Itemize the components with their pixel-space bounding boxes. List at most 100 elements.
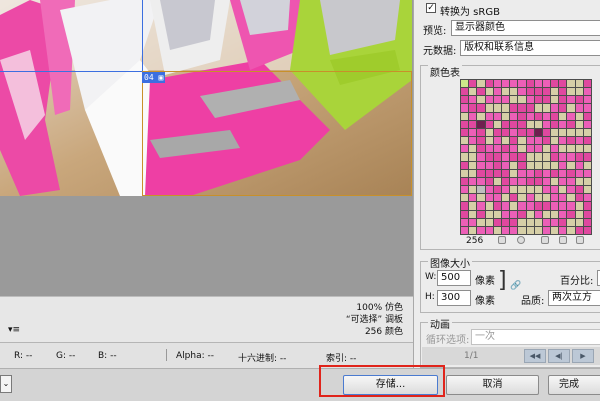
color-swatch[interactable] (559, 210, 567, 218)
color-swatch[interactable] (534, 112, 542, 120)
color-swatch[interactable] (534, 194, 542, 202)
color-swatch[interactable] (485, 96, 493, 104)
color-swatch[interactable] (493, 80, 501, 88)
color-swatch[interactable] (493, 194, 501, 202)
color-swatch[interactable] (518, 186, 526, 194)
color-swatch[interactable] (526, 161, 534, 169)
color-swatch[interactable] (485, 194, 493, 202)
color-swatch[interactable] (534, 128, 542, 137)
color-swatch[interactable] (510, 218, 518, 226)
color-swatch[interactable] (501, 218, 510, 226)
color-swatch[interactable] (461, 96, 469, 104)
color-swatch[interactable] (526, 128, 534, 137)
color-swatch[interactable] (575, 88, 583, 96)
color-swatch[interactable] (510, 128, 518, 137)
color-swatch[interactable] (461, 210, 469, 218)
color-swatch[interactable] (534, 218, 542, 226)
color-swatch[interactable] (551, 104, 559, 112)
color-swatch[interactable] (510, 137, 518, 145)
color-swatch[interactable] (493, 218, 501, 226)
color-swatch[interactable] (461, 161, 469, 169)
color-swatch[interactable] (477, 194, 485, 202)
color-swatch[interactable] (477, 153, 485, 161)
color-swatch[interactable] (575, 145, 583, 153)
color-swatch[interactable] (469, 194, 477, 202)
color-swatch[interactable] (559, 177, 567, 186)
color-swatch[interactable] (567, 202, 575, 210)
color-swatch[interactable] (559, 120, 567, 128)
color-swatch[interactable] (542, 218, 551, 226)
color-swatch[interactable] (501, 194, 510, 202)
color-swatch[interactable] (518, 104, 526, 112)
color-swatch[interactable] (534, 177, 542, 186)
color-swatch[interactable] (518, 161, 526, 169)
color-swatch[interactable] (469, 80, 477, 88)
color-swatch[interactable] (526, 194, 534, 202)
color-swatch[interactable] (477, 210, 485, 218)
color-swatch[interactable] (518, 88, 526, 96)
color-swatch[interactable] (567, 161, 575, 169)
color-swatch[interactable] (583, 112, 591, 120)
color-swatch[interactable] (551, 137, 559, 145)
color-swatch[interactable] (477, 218, 485, 226)
color-swatch[interactable] (526, 104, 534, 112)
color-swatch[interactable] (461, 153, 469, 161)
color-swatch[interactable] (551, 128, 559, 137)
color-swatch[interactable] (477, 137, 485, 145)
color-swatch[interactable] (575, 137, 583, 145)
color-swatch[interactable] (567, 120, 575, 128)
color-swatch[interactable] (477, 96, 485, 104)
color-swatch[interactable] (526, 120, 534, 128)
color-swatch[interactable] (469, 177, 477, 186)
color-swatch[interactable] (534, 202, 542, 210)
color-swatch[interactable] (501, 210, 510, 218)
color-swatch[interactable] (493, 104, 501, 112)
color-swatch[interactable] (501, 137, 510, 145)
color-swatch[interactable] (469, 120, 477, 128)
color-swatch[interactable] (551, 88, 559, 96)
color-swatch[interactable] (567, 137, 575, 145)
color-swatch[interactable] (526, 88, 534, 96)
color-swatch[interactable] (501, 80, 510, 88)
color-swatch[interactable] (559, 186, 567, 194)
color-swatch[interactable] (567, 194, 575, 202)
color-swatch[interactable] (518, 169, 526, 177)
color-swatch[interactable] (575, 186, 583, 194)
color-swatch[interactable] (583, 80, 591, 88)
color-swatch[interactable] (526, 137, 534, 145)
color-swatch[interactable] (461, 186, 469, 194)
color-swatch[interactable] (542, 226, 551, 234)
color-swatch[interactable] (526, 112, 534, 120)
color-swatch[interactable] (493, 128, 501, 137)
color-swatch[interactable] (510, 153, 518, 161)
color-swatch[interactable] (510, 104, 518, 112)
color-swatch[interactable] (534, 153, 542, 161)
color-swatch[interactable] (477, 202, 485, 210)
color-swatch[interactable] (518, 194, 526, 202)
color-swatch[interactable] (501, 120, 510, 128)
color-swatch[interactable] (583, 186, 591, 194)
color-swatch[interactable] (518, 218, 526, 226)
color-swatch[interactable] (575, 128, 583, 137)
color-swatch[interactable] (469, 210, 477, 218)
color-swatch[interactable] (461, 128, 469, 137)
color-swatch[interactable] (542, 153, 551, 161)
map-transparent-icon[interactable] (498, 236, 506, 244)
color-swatch[interactable] (559, 96, 567, 104)
color-swatch[interactable] (542, 194, 551, 202)
color-swatch[interactable] (542, 186, 551, 194)
chain-link-icon[interactable]: 🔗 (510, 281, 521, 291)
color-swatch[interactable] (559, 226, 567, 234)
color-swatch[interactable] (583, 218, 591, 226)
color-swatch[interactable] (575, 210, 583, 218)
color-swatch[interactable] (493, 96, 501, 104)
color-swatch[interactable] (583, 210, 591, 218)
color-swatch[interactable] (575, 218, 583, 226)
color-swatch[interactable] (469, 169, 477, 177)
color-swatch[interactable] (542, 104, 551, 112)
color-swatch[interactable] (461, 169, 469, 177)
color-swatch[interactable] (575, 161, 583, 169)
color-swatch[interactable] (477, 145, 485, 153)
color-swatch[interactable] (461, 194, 469, 202)
color-swatch[interactable] (567, 80, 575, 88)
